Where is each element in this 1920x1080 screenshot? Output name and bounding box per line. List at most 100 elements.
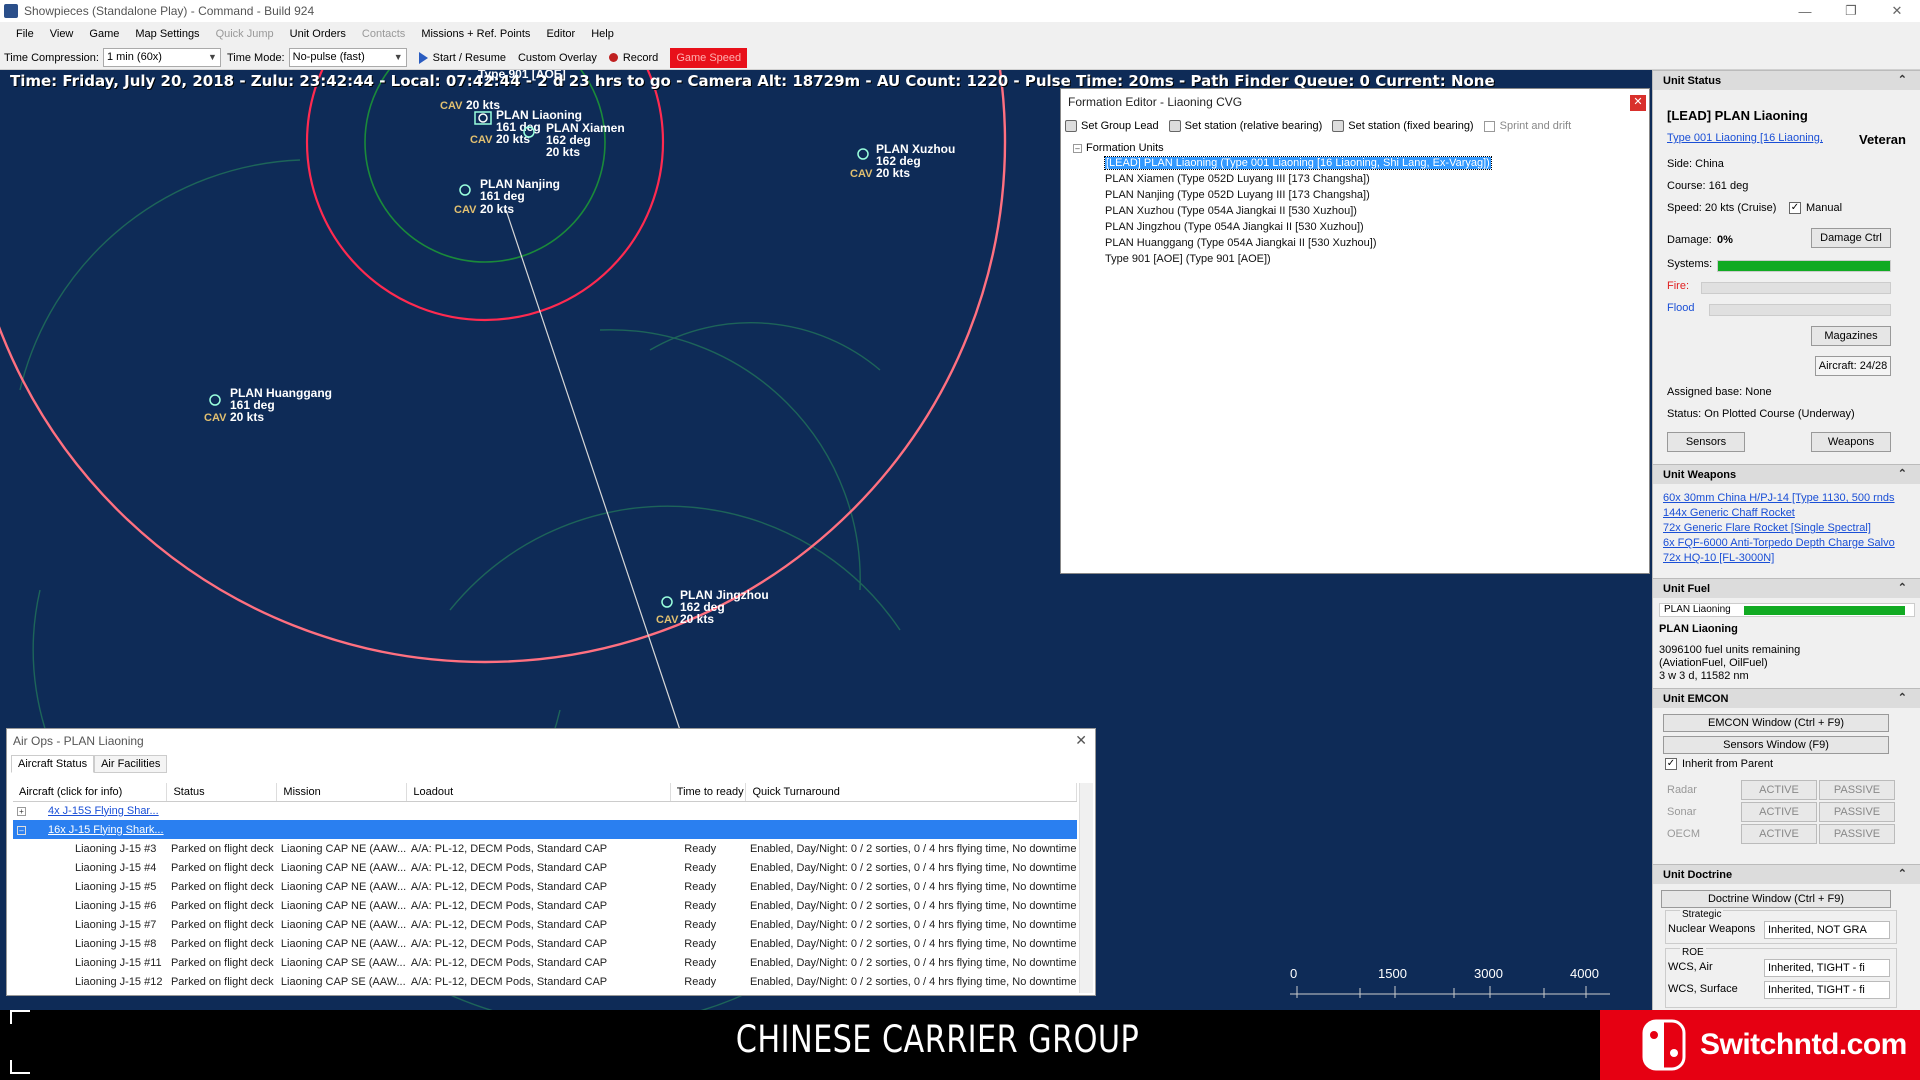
manual-checkbox[interactable]: ✓ Manual bbox=[1789, 202, 1842, 214]
formation-unit-item[interactable]: PLAN Huanggang (Type 054A Jiangkai II [5… bbox=[1065, 235, 1645, 251]
restore-icon[interactable]: ❐ bbox=[1828, 0, 1874, 22]
set-station-fixed-button[interactable]: Set station (fixed bearing) bbox=[1332, 120, 1474, 132]
formation-unit-item[interactable]: PLAN Nanjing (Type 052D Luyang III [173 … bbox=[1065, 187, 1645, 203]
column-header-status[interactable]: Status bbox=[166, 783, 278, 802]
collapse-icon[interactable]: ⌃ bbox=[1898, 867, 1907, 880]
unit-emcon-section-header[interactable]: Unit EMCON ⌃ bbox=[1653, 688, 1920, 708]
damage-ctrl-button[interactable]: Damage Ctrl bbox=[1811, 228, 1891, 248]
minimize-icon[interactable]: — bbox=[1782, 0, 1828, 22]
unit-weapons-section-header[interactable]: Unit Weapons ⌃ bbox=[1653, 464, 1920, 484]
weapon-link[interactable]: 72x Generic Flare Rocket [Single Spectra… bbox=[1663, 522, 1871, 534]
unit-class-link[interactable]: Type 001 Liaoning [16 Liaoning, bbox=[1667, 132, 1823, 144]
menu-help[interactable]: Help bbox=[583, 22, 622, 46]
aircraft-name[interactable]: Liaoning J-15 #8 bbox=[13, 934, 167, 953]
unit-doctrine-section-header[interactable]: Unit Doctrine ⌃ bbox=[1653, 864, 1920, 884]
column-header-time-to-ready[interactable]: Time to ready bbox=[670, 783, 747, 802]
magazines-button[interactable]: Magazines bbox=[1811, 326, 1891, 346]
formation-unit-item[interactable]: [LEAD] PLAN Liaoning (Type 001 Liaoning … bbox=[1065, 155, 1645, 171]
radar-passive-button[interactable]: PASSIVE bbox=[1819, 780, 1895, 800]
sprint-drift-checkbox[interactable]: Sprint and drift bbox=[1483, 120, 1571, 132]
aircraft-group-link[interactable]: 16x J-15 Flying Shark... bbox=[48, 824, 164, 836]
aircraft-name[interactable]: Liaoning J-15 #5 bbox=[13, 877, 167, 896]
unit-status-section-header[interactable]: Unit Status ⌃ bbox=[1653, 70, 1920, 90]
weapons-button[interactable]: Weapons bbox=[1811, 432, 1891, 452]
tab-aircraft-status[interactable]: Aircraft Status bbox=[11, 755, 95, 773]
collapse-icon[interactable]: ⌃ bbox=[1898, 691, 1907, 704]
time-mode-select[interactable]: No-pulse (fast) ▼ bbox=[288, 48, 407, 67]
aircraft-name[interactable]: Liaoning J-15 #3 bbox=[13, 839, 167, 858]
record-button[interactable]: Record bbox=[603, 48, 664, 68]
aircraft-button[interactable]: Aircraft: 24/28 bbox=[1815, 356, 1891, 376]
menu-missions[interactable]: Missions + Ref. Points bbox=[413, 22, 538, 46]
set-group-lead-button[interactable]: Set Group Lead bbox=[1065, 120, 1159, 132]
menu-contacts[interactable]: Contacts bbox=[354, 22, 413, 46]
close-icon[interactable]: ✕ bbox=[1075, 732, 1087, 749]
game-speed-indicator[interactable]: Game Speed bbox=[670, 47, 748, 68]
table-row[interactable]: Liaoning J-15 #8 Parked on flight deck Lia… bbox=[13, 934, 1077, 953]
start-resume-button[interactable]: Start / Resume bbox=[413, 48, 512, 68]
aircraft-name[interactable]: Liaoning J-15 #7 bbox=[13, 915, 167, 934]
emcon-window-button[interactable]: EMCON Window (Ctrl + F9) bbox=[1663, 714, 1889, 732]
oecm-passive-button[interactable]: PASSIVE bbox=[1819, 824, 1895, 844]
menu-quick-jump[interactable]: Quick Jump bbox=[208, 22, 282, 46]
menu-file[interactable]: File bbox=[8, 22, 42, 46]
aircraft-group-row[interactable]: – 16x J-15 Flying Shark... bbox=[13, 820, 1077, 839]
menu-view[interactable]: View bbox=[42, 22, 82, 46]
collapse-icon[interactable]: – bbox=[17, 825, 26, 835]
aircraft-group-link[interactable]: 4x J-15S Flying Shar... bbox=[48, 805, 159, 817]
aircraft-name[interactable]: Liaoning J-15 #11 bbox=[13, 953, 167, 972]
weapon-link[interactable]: 60x 30mm China H/PJ-14 [Type 1130, 500 r… bbox=[1663, 492, 1895, 504]
sensors-window-button[interactable]: Sensors Window (F9) bbox=[1663, 736, 1889, 754]
column-header-quick-turnaround[interactable]: Quick Turnaround bbox=[745, 783, 1077, 802]
table-row[interactable]: Liaoning J-15 #12 Parked on flight deck Li… bbox=[13, 972, 1077, 991]
sonar-active-button[interactable]: ACTIVE bbox=[1741, 802, 1817, 822]
menu-map-settings[interactable]: Map Settings bbox=[127, 22, 207, 46]
formation-unit-item[interactable]: Type 901 [AOE] (Type 901 [AOE]) bbox=[1065, 251, 1645, 267]
collapse-icon[interactable]: ⌃ bbox=[1898, 73, 1907, 86]
wcs-surface-select[interactable]: Inherited, TIGHT - fi bbox=[1764, 981, 1890, 999]
table-row[interactable]: Liaoning J-15 #4 Parked on flight deck Lia… bbox=[13, 858, 1077, 877]
table-row[interactable]: Liaoning J-15 #3 Parked on flight deck Lia… bbox=[13, 839, 1077, 858]
table-scrollbar[interactable] bbox=[1079, 783, 1093, 993]
collapse-icon[interactable]: – bbox=[1073, 143, 1082, 153]
column-header-loadout[interactable]: Loadout bbox=[406, 783, 671, 802]
inherit-parent-checkbox[interactable]: ✓ Inherit from Parent bbox=[1665, 758, 1773, 770]
formation-root-node[interactable]: – Formation Units bbox=[1065, 141, 1645, 155]
formation-unit-item[interactable]: PLAN Xuzhou (Type 054A Jiangkai II [530 … bbox=[1065, 203, 1645, 219]
table-row[interactable]: Liaoning J-15 #11 Parked on flight deck Li… bbox=[13, 953, 1077, 972]
aircraft-name[interactable]: Liaoning J-15 #6 bbox=[13, 896, 167, 915]
aircraft-name[interactable]: Liaoning J-15 #12 bbox=[13, 972, 167, 991]
formation-unit-item[interactable]: PLAN Xiamen (Type 052D Luyang III [173 C… bbox=[1065, 171, 1645, 187]
set-station-relative-button[interactable]: Set station (relative bearing) bbox=[1168, 120, 1322, 132]
menu-unit-orders[interactable]: Unit Orders bbox=[282, 22, 354, 46]
column-header-mission[interactable]: Mission bbox=[276, 783, 408, 802]
wcs-air-select[interactable]: Inherited, TIGHT - fi bbox=[1764, 959, 1890, 977]
menu-editor[interactable]: Editor bbox=[538, 22, 583, 46]
time-compression-select[interactable]: 1 min (60x) ▼ bbox=[102, 48, 221, 67]
oecm-active-button[interactable]: ACTIVE bbox=[1741, 824, 1817, 844]
aircraft-name[interactable]: Liaoning J-15 #4 bbox=[13, 858, 167, 877]
unit-fuel-section-header[interactable]: Unit Fuel ⌃ bbox=[1653, 578, 1920, 598]
formation-unit-item[interactable]: PLAN Jingzhou (Type 054A Jiangkai II [53… bbox=[1065, 219, 1645, 235]
sensors-button[interactable]: Sensors bbox=[1667, 432, 1745, 452]
weapon-link[interactable]: 72x HQ-10 [FL-3000N] bbox=[1663, 552, 1774, 564]
weapon-link[interactable]: 144x Generic Chaff Rocket bbox=[1663, 507, 1795, 519]
custom-overlay-button[interactable]: Custom Overlay bbox=[512, 48, 603, 68]
weapon-link[interactable]: 6x FQF-6000 Anti-Torpedo Depth Charge Sa… bbox=[1663, 537, 1895, 549]
doctrine-window-button[interactable]: Doctrine Window (Ctrl + F9) bbox=[1661, 890, 1891, 908]
close-icon[interactable]: ✕ bbox=[1874, 0, 1920, 22]
sonar-passive-button[interactable]: PASSIVE bbox=[1819, 802, 1895, 822]
table-row[interactable]: Liaoning J-15 #5 Parked on flight deck Lia… bbox=[13, 877, 1077, 896]
radar-active-button[interactable]: ACTIVE bbox=[1741, 780, 1817, 800]
table-row[interactable]: Liaoning J-15 #6 Parked on flight deck Lia… bbox=[13, 896, 1077, 915]
table-row[interactable]: Liaoning J-15 #7 Parked on flight deck Lia… bbox=[13, 915, 1077, 934]
collapse-icon[interactable]: ⌃ bbox=[1898, 581, 1907, 594]
tab-air-facilities[interactable]: Air Facilities bbox=[94, 755, 168, 773]
aircraft-group-row[interactable]: +4x J-15S Flying Shar... bbox=[13, 801, 1077, 820]
column-header-aircraft[interactable]: Aircraft (click for info) bbox=[13, 783, 168, 802]
close-icon[interactable]: ✕ bbox=[1630, 95, 1646, 111]
expand-icon[interactable]: + bbox=[17, 806, 26, 816]
menu-game[interactable]: Game bbox=[81, 22, 127, 46]
nuclear-weapons-select[interactable]: Inherited, NOT GRA bbox=[1764, 921, 1890, 939]
collapse-icon[interactable]: ⌃ bbox=[1898, 467, 1907, 480]
